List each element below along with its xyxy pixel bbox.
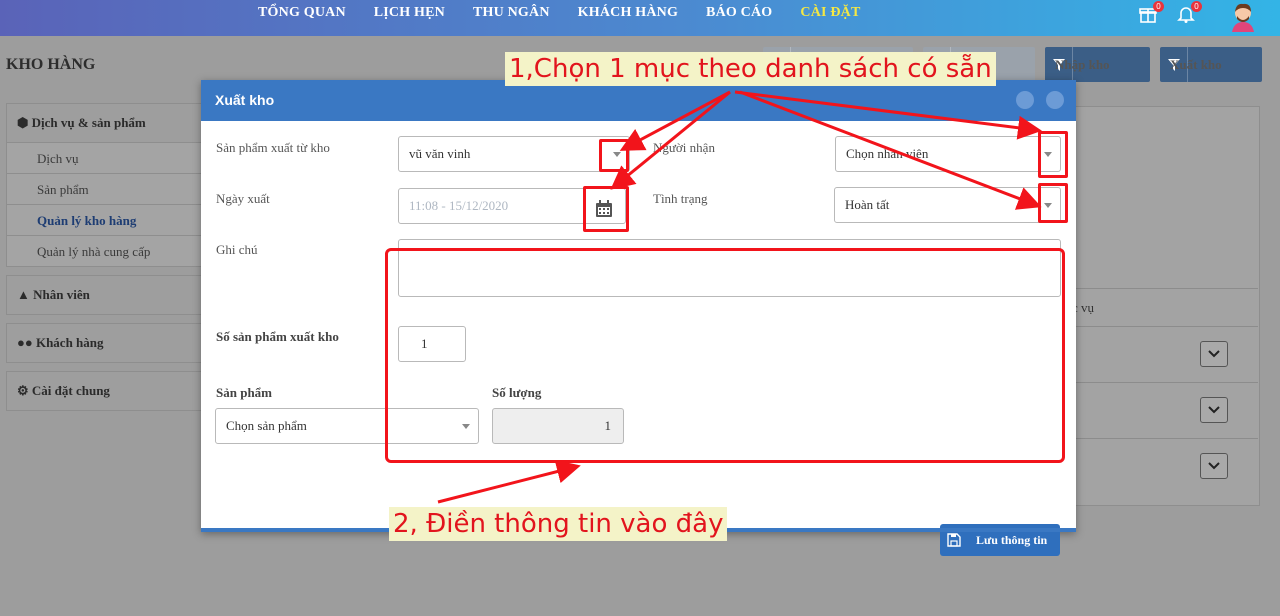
callout-step-2: 2, Điền thông tin vào đây [389, 507, 728, 541]
sidebar-head-label: Khách hàng [35, 335, 104, 350]
nav-item-cai-dat[interactable]: CÀI ĐẶT [800, 0, 860, 36]
source-warehouse-value: vũ văn vinh [409, 146, 471, 161]
save-button-label: Lưu thông tin [976, 532, 1048, 547]
bell-badge: 0 [1191, 1, 1202, 12]
sidebar-group-staff: ▲ Nhân viên [6, 275, 206, 315]
gear-icon: ⚙ [17, 383, 29, 398]
sidebar-group-services: ⬢ Dịch vụ & sản phẩm Dịch vụ Sản phẩm Qu… [6, 103, 206, 267]
status-value: Hoàn tất [845, 197, 890, 212]
bell-icon[interactable]: 0 [1176, 1, 1202, 28]
nav-item-tong-quan[interactable]: TỔNG QUAN [258, 0, 346, 36]
gift-icon[interactable]: 0 [1138, 1, 1164, 28]
sidebar-item-dich-vu[interactable]: Dịch vụ [7, 142, 205, 173]
sidebar-head-label: Nhân viên [33, 287, 90, 302]
user-icon: ▲ [17, 287, 30, 302]
highlight-calendar [583, 186, 629, 232]
background-table: c vụ [1070, 288, 1258, 494]
sidebar-group-settings: ⚙ Cài đặt chung [6, 371, 206, 411]
close-icon[interactable] [1046, 91, 1064, 109]
source-warehouse-label: Sản phẩm xuất từ kho [216, 140, 330, 155]
sidebar-head-label: Cài đặt chung [31, 383, 110, 398]
nav-item-bao-cao[interactable]: BÁO CÁO [706, 0, 772, 36]
source-warehouse-select[interactable]: vũ văn vinh [398, 136, 630, 172]
export-date-label: Ngày xuất [216, 191, 270, 206]
table-row [1070, 326, 1258, 382]
nav-item-thu-ngan[interactable]: THU NGÂN [473, 0, 550, 36]
modal-header: Xuất kho [201, 80, 1076, 121]
sidebar-head-label: Dịch vụ & sản phẩm [31, 115, 146, 130]
modal-title: Xuất kho [215, 92, 275, 108]
recipient-value: Chọn nhân viên [846, 146, 929, 161]
nav-item-lich-hen[interactable]: LỊCH HẸN [374, 0, 445, 36]
expand-icon[interactable] [1016, 91, 1034, 109]
top-nav-bar: TỔNG QUAN LỊCH HẸN THU NGÂN KHÁCH HÀNG B… [0, 0, 1280, 36]
note-label: Ghi chú [216, 242, 258, 257]
table-header: c vụ [1070, 288, 1258, 326]
product-value: Chọn sản phẩm [226, 418, 307, 433]
sidebar: ⬢ Dịch vụ & sản phẩm Dịch vụ Sản phẩm Qu… [6, 103, 206, 419]
product-count-label: Số sản phẩm xuất kho [216, 329, 339, 344]
callout-step-1: 1,Chọn 1 mục theo danh sách có sẵn [505, 52, 996, 86]
table-row [1070, 382, 1258, 438]
recipient-select[interactable]: Chọn nhân viên [835, 136, 1061, 172]
status-label: Tình trạng [653, 191, 708, 206]
highlight-source-caret [599, 139, 629, 172]
sidebar-head-customers[interactable]: ●● Khách hàng [7, 324, 205, 362]
sidebar-head-services[interactable]: ⬢ Dịch vụ & sản phẩm [7, 104, 205, 142]
import-stock-label: Nhập kho [1055, 56, 1110, 72]
sidebar-head-settings[interactable]: ⚙ Cài đặt chung [7, 372, 205, 410]
page-title: KHO HÀNG [6, 56, 96, 73]
recipient-label: Người nhận [653, 140, 715, 155]
sidebar-item-nha-cung-cap[interactable]: Quản lý nhà cung cấp [7, 235, 205, 266]
export-stock-button[interactable]: Xuất kho [1160, 47, 1262, 82]
table-row [1070, 438, 1258, 494]
avatar[interactable] [1228, 0, 1258, 32]
floppy-disk-icon [940, 533, 968, 547]
sidebar-head-staff[interactable]: ▲ Nhân viên [7, 276, 205, 314]
sidebar-item-san-pham[interactable]: Sản phẩm [7, 173, 205, 204]
product-label: Sản phẩm [216, 385, 272, 400]
status-select[interactable]: Hoàn tất [834, 187, 1061, 223]
nav-item-khach-hang[interactable]: KHÁCH HÀNG [578, 0, 678, 36]
export-date-value: 11:08 - 15/12/2020 [409, 198, 509, 213]
sidebar-item-quan-ly-kho-hang[interactable]: Quản lý kho hàng [7, 204, 205, 235]
sidebar-group-customers: ●● Khách hàng [6, 323, 206, 363]
users-icon: ●● [17, 335, 33, 350]
cube-icon: ⬢ [17, 115, 29, 130]
highlight-recipient-caret [1038, 131, 1068, 178]
gift-badge: 0 [1153, 1, 1164, 12]
import-stock-button[interactable]: Nhập kho [1045, 47, 1150, 82]
chevron-down-icon[interactable] [1200, 341, 1228, 367]
export-stock-label: Xuất kho [1170, 56, 1222, 72]
highlight-status-caret [1038, 183, 1068, 223]
chevron-down-icon[interactable] [1200, 453, 1228, 479]
highlight-fill-area [385, 248, 1065, 463]
main-menu: TỔNG QUAN LỊCH HẸN THU NGÂN KHÁCH HÀNG B… [258, 0, 889, 36]
nav-right-icons: 0 0 [1138, 0, 1258, 36]
chevron-down-icon[interactable] [1200, 397, 1228, 423]
